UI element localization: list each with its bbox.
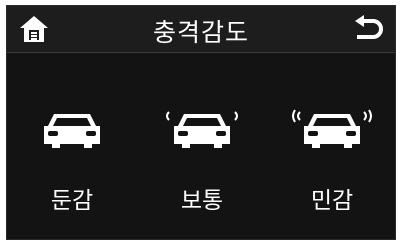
option-high-sensitivity[interactable]: 민감	[267, 66, 397, 226]
car-strong-vibration-icon	[292, 109, 372, 148]
option-normal-sensitivity[interactable]: 보통	[137, 66, 267, 226]
back-button[interactable]	[351, 14, 385, 44]
car-vibration-icon	[166, 111, 238, 148]
page-title: 충격감도	[152, 18, 249, 47]
header-bar: 충격감도	[7, 6, 395, 53]
option-label: 둔감	[50, 188, 94, 214]
back-icon	[355, 15, 383, 39]
shock-sensitivity-screen: 충격감도 둔감 보통 민감	[6, 5, 396, 240]
option-low-sensitivity[interactable]: 둔감	[7, 66, 137, 226]
option-label: 민감	[310, 188, 354, 214]
option-label: 보통	[180, 188, 224, 214]
car-icon	[44, 114, 100, 148]
